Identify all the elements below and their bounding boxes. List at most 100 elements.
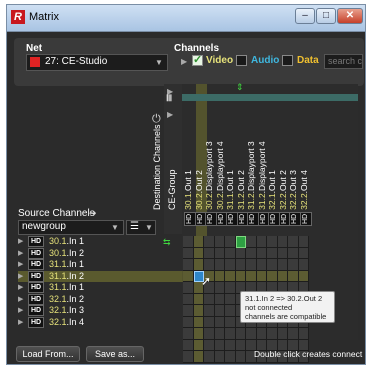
search-input[interactable]: search c bbox=[324, 54, 363, 69]
matrix-cell[interactable] bbox=[277, 270, 288, 282]
matrix-cell[interactable] bbox=[225, 282, 236, 294]
matrix-cell[interactable] bbox=[277, 247, 288, 259]
updown-arrows-icon[interactable]: ⇕ bbox=[236, 82, 244, 93]
column-header[interactable]: HD31.2.Displayport 4 bbox=[257, 126, 270, 226]
matrix-cell[interactable] bbox=[183, 328, 194, 340]
matrix-cell[interactable] bbox=[225, 270, 236, 282]
expand-icon[interactable]: ▶ bbox=[18, 295, 23, 303]
matrix-cell[interactable] bbox=[214, 316, 225, 328]
matrix-cell[interactable] bbox=[183, 316, 194, 328]
column-header[interactable]: HD30.2.Displayport 4 bbox=[215, 126, 228, 226]
column-header[interactable]: HD32.1.Out 1 bbox=[267, 126, 280, 226]
expand-icon[interactable]: ▶ bbox=[18, 237, 23, 245]
expand-icon[interactable]: ▶ bbox=[18, 249, 23, 257]
close-button[interactable]: ✕ bbox=[337, 8, 363, 24]
video-checkbox[interactable]: ✓ bbox=[192, 55, 203, 66]
matrix-cell[interactable] bbox=[277, 236, 288, 248]
source-row[interactable]: ▶ HD 32.1.In 4 bbox=[18, 316, 182, 328]
matrix-cell[interactable] bbox=[246, 236, 257, 248]
matrix-cell[interactable] bbox=[235, 247, 246, 259]
matrix-cell[interactable] bbox=[267, 259, 278, 271]
matrix-cell[interactable] bbox=[288, 259, 299, 271]
matrix-cell[interactable] bbox=[204, 259, 215, 271]
audio-checkbox[interactable] bbox=[236, 55, 247, 66]
matrix-cell[interactable] bbox=[214, 282, 225, 294]
pause-icon[interactable]: Ⅲ bbox=[166, 93, 172, 104]
matrix-cell[interactable] bbox=[193, 351, 204, 363]
matrix-cell[interactable] bbox=[204, 328, 215, 340]
source-group-select[interactable]: newgroup ▼ bbox=[18, 220, 124, 235]
chevron-right-icon[interactable]: ▶ bbox=[181, 57, 187, 66]
matrix-cell[interactable] bbox=[183, 282, 194, 294]
source-row[interactable]: ▶ HD 31.1.In 1 bbox=[18, 282, 182, 293]
expand-icon[interactable]: ▶ bbox=[18, 283, 23, 291]
play-icon-2[interactable]: ▶ bbox=[167, 110, 173, 119]
save-as-button[interactable]: Save as... bbox=[86, 346, 144, 362]
matrix-cell[interactable] bbox=[267, 270, 278, 282]
matrix-cell[interactable] bbox=[235, 328, 246, 340]
matrix-cell[interactable] bbox=[298, 236, 309, 248]
matrix-cell[interactable] bbox=[267, 236, 278, 248]
matrix-cell[interactable] bbox=[183, 236, 194, 248]
matrix-cell[interactable] bbox=[214, 339, 225, 351]
net-select[interactable]: 27: CE-Studio ▼ bbox=[26, 54, 168, 71]
matrix-cell[interactable] bbox=[193, 293, 204, 305]
source-row[interactable]: ▶ HD 32.1.In 2 bbox=[18, 293, 182, 305]
matrix-cell[interactable] bbox=[246, 270, 257, 282]
matrix-cell[interactable] bbox=[214, 351, 225, 363]
matrix-cell[interactable] bbox=[298, 247, 309, 259]
matrix-cell[interactable] bbox=[246, 328, 257, 340]
matrix-cell[interactable] bbox=[256, 259, 267, 271]
matrix-cell[interactable] bbox=[225, 305, 236, 317]
column-header[interactable]: HD31.2.Displayport 3 bbox=[246, 126, 259, 226]
data-checkbox[interactable] bbox=[282, 55, 293, 66]
matrix-cell[interactable] bbox=[214, 247, 225, 259]
matrix-cell[interactable] bbox=[193, 259, 204, 271]
matrix-cell[interactable] bbox=[183, 339, 194, 351]
matrix-cell[interactable] bbox=[204, 339, 215, 351]
matrix-cell[interactable] bbox=[204, 351, 215, 363]
source-row[interactable]: ▶ HD 32.1.In 3 bbox=[18, 305, 182, 316]
matrix-cell[interactable] bbox=[193, 247, 204, 259]
matrix-cell[interactable] bbox=[256, 270, 267, 282]
matrix-cell[interactable] bbox=[214, 293, 225, 305]
source-row[interactable]: ▶ HD 31.1.In 2 bbox=[18, 270, 182, 282]
column-header[interactable]: HD30.2.Out 2 bbox=[194, 126, 207, 226]
matrix-cell[interactable] bbox=[225, 259, 236, 271]
column-header[interactable]: HD32.2.Out 4 bbox=[299, 126, 312, 226]
matrix-cell[interactable] bbox=[193, 236, 204, 248]
matrix-cell[interactable] bbox=[225, 351, 236, 363]
matrix-cell[interactable] bbox=[235, 236, 246, 248]
matrix-cell[interactable] bbox=[225, 316, 236, 328]
source-row[interactable]: ▶ HD 31.1.In 1 bbox=[18, 259, 182, 270]
column-header[interactable]: HD30.2.Displayport 3 bbox=[204, 126, 217, 226]
column-header[interactable]: HD30.1.Out 1 bbox=[183, 126, 196, 226]
matrix-cell[interactable] bbox=[193, 305, 204, 317]
matrix-cell[interactable] bbox=[225, 293, 236, 305]
column-header[interactable]: HD32.2.Out 2 bbox=[278, 126, 291, 226]
matrix-cell[interactable] bbox=[214, 328, 225, 340]
matrix-cell[interactable] bbox=[183, 270, 194, 282]
minimize-button[interactable]: – bbox=[295, 8, 315, 24]
matrix-cell[interactable] bbox=[298, 328, 309, 340]
column-header[interactable]: HD32.2.Out 3 bbox=[288, 126, 301, 226]
matrix-cell[interactable] bbox=[183, 247, 194, 259]
matrix-cell[interactable] bbox=[256, 247, 267, 259]
list-menu-button[interactable]: ☰ ▼ bbox=[126, 220, 156, 235]
matrix-cell[interactable] bbox=[288, 270, 299, 282]
matrix-cell[interactable] bbox=[246, 259, 257, 271]
matrix-cell[interactable] bbox=[235, 259, 246, 271]
expand-icon[interactable]: ▶ bbox=[18, 306, 23, 314]
expand-icon[interactable]: ▶ bbox=[18, 318, 23, 326]
matrix-cell[interactable] bbox=[183, 305, 194, 317]
matrix-cell[interactable] bbox=[204, 293, 215, 305]
expand-icon[interactable]: ▶ bbox=[18, 272, 23, 280]
matrix-cell[interactable] bbox=[193, 316, 204, 328]
column-header[interactable]: HD31.1.Out 1 bbox=[225, 126, 238, 226]
matrix-cell[interactable] bbox=[298, 270, 309, 282]
matrix-cell[interactable] bbox=[193, 339, 204, 351]
matrix-cell[interactable] bbox=[193, 328, 204, 340]
column-header[interactable]: HD31.2.Out 2 bbox=[236, 126, 249, 226]
matrix-cell[interactable] bbox=[288, 236, 299, 248]
matrix-cell[interactable] bbox=[288, 247, 299, 259]
